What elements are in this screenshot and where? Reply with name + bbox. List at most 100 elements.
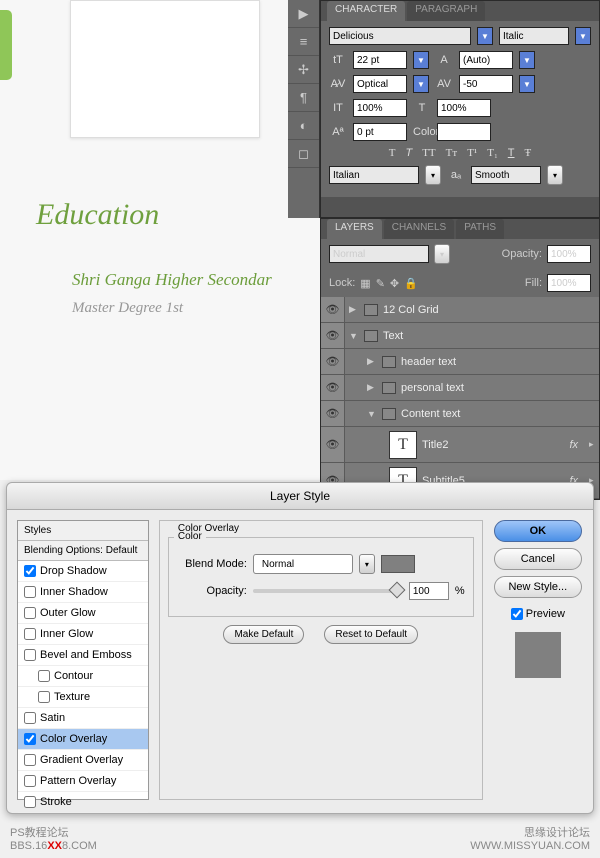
- styles-header[interactable]: Styles: [18, 521, 148, 541]
- dropdown-arrow-icon[interactable]: ▼: [413, 51, 429, 69]
- checkbox[interactable]: [24, 754, 36, 766]
- subscript-button[interactable]: T₁: [487, 147, 498, 159]
- opacity-slider[interactable]: [253, 589, 403, 593]
- style-item-outer-glow[interactable]: Outer Glow: [18, 603, 148, 624]
- disclosure-icon[interactable]: ▸: [589, 439, 599, 450]
- checkbox[interactable]: [24, 796, 36, 808]
- style-item-texture[interactable]: Texture: [18, 687, 148, 708]
- cancel-button[interactable]: Cancel: [494, 548, 582, 570]
- visibility-icon[interactable]: 👁: [321, 375, 345, 400]
- tab-paragraph[interactable]: PARAGRAPH: [407, 1, 485, 21]
- fill-input[interactable]: 100%: [547, 274, 591, 292]
- ok-button[interactable]: OK: [494, 520, 582, 542]
- disclosure-icon[interactable]: ▼: [367, 409, 377, 419]
- new-style-button[interactable]: New Style...: [494, 576, 582, 598]
- style-item-satin[interactable]: Satin: [18, 708, 148, 729]
- style-item-drop-shadow[interactable]: Drop Shadow: [18, 561, 148, 582]
- tab-channels[interactable]: CHANNELS: [384, 219, 454, 239]
- superscript-button[interactable]: T¹: [467, 147, 477, 159]
- tab-paths[interactable]: PATHS: [456, 219, 504, 239]
- tracking-input[interactable]: -50: [459, 75, 513, 93]
- lock-paint-icon[interactable]: ✎: [376, 277, 385, 290]
- dropdown-arrow-icon[interactable]: ▼: [413, 75, 429, 93]
- tab-character[interactable]: CHARACTER: [327, 1, 405, 21]
- font-style-select[interactable]: Italic: [499, 27, 569, 45]
- layer-row[interactable]: 👁▶12 Col Grid: [321, 297, 599, 323]
- style-item-inner-shadow[interactable]: Inner Shadow: [18, 582, 148, 603]
- bold-button[interactable]: T: [389, 147, 396, 159]
- opacity-input[interactable]: 100%: [547, 245, 591, 263]
- checkbox[interactable]: [24, 565, 36, 577]
- vscale-input[interactable]: 100%: [353, 99, 407, 117]
- style-item-pattern-overlay[interactable]: Pattern Overlay: [18, 771, 148, 792]
- tool-icon[interactable]: ≡: [288, 28, 319, 56]
- underline-button[interactable]: T: [508, 147, 515, 159]
- kerning-input[interactable]: Optical: [353, 75, 407, 93]
- font-size-input[interactable]: 22 pt: [353, 51, 407, 69]
- checkbox[interactable]: [24, 649, 36, 661]
- allcaps-button[interactable]: TT: [422, 147, 435, 159]
- style-item-color-overlay[interactable]: Color Overlay: [18, 729, 148, 750]
- hscale-input[interactable]: 100%: [437, 99, 491, 117]
- style-item-stroke[interactable]: Stroke: [18, 792, 148, 813]
- fx-badge[interactable]: fx: [569, 439, 578, 451]
- strike-button[interactable]: Ŧ: [525, 147, 532, 159]
- tool-icon[interactable]: ✢: [288, 56, 319, 84]
- lock-move-icon[interactable]: ✥: [390, 277, 399, 290]
- checkbox[interactable]: [24, 733, 36, 745]
- blend-mode-select[interactable]: Normal: [329, 245, 429, 263]
- style-item-contour[interactable]: Contour: [18, 666, 148, 687]
- style-item-inner-glow[interactable]: Inner Glow: [18, 624, 148, 645]
- checkbox[interactable]: [38, 691, 50, 703]
- tool-icon[interactable]: ◻: [288, 140, 319, 168]
- dropdown-arrow-icon[interactable]: ▾: [425, 165, 441, 185]
- leading-input[interactable]: (Auto): [459, 51, 513, 69]
- tool-icon[interactable]: ▶: [288, 0, 319, 28]
- tool-icon[interactable]: ◐: [288, 112, 319, 140]
- visibility-icon[interactable]: 👁: [321, 349, 345, 374]
- visibility-icon[interactable]: 👁: [321, 323, 345, 348]
- make-default-button[interactable]: Make Default: [223, 625, 304, 644]
- checkbox[interactable]: [24, 607, 36, 619]
- dropdown-arrow-icon[interactable]: ▾: [359, 554, 375, 574]
- dropdown-arrow-icon[interactable]: ▼: [519, 51, 535, 69]
- checkbox[interactable]: [24, 586, 36, 598]
- tool-icon[interactable]: ¶: [288, 84, 319, 112]
- italic-button[interactable]: T: [405, 147, 412, 159]
- text-color-swatch[interactable]: [437, 123, 491, 141]
- layer-row[interactable]: 👁▼Content text: [321, 401, 599, 427]
- layer-row[interactable]: 👁▶personal text: [321, 375, 599, 401]
- dropdown-arrow-icon[interactable]: ▼: [477, 27, 493, 45]
- opacity-value-input[interactable]: 100: [409, 582, 449, 600]
- layer-row[interactable]: 👁▶header text: [321, 349, 599, 375]
- overlay-color-swatch[interactable]: [381, 555, 415, 573]
- checkbox[interactable]: [24, 628, 36, 640]
- style-item-bevel-emboss[interactable]: Bevel and Emboss: [18, 645, 148, 666]
- visibility-icon[interactable]: 👁: [321, 401, 345, 426]
- disclosure-icon[interactable]: ▼: [349, 331, 359, 341]
- checkbox[interactable]: [24, 712, 36, 724]
- font-family-select[interactable]: Delicious: [329, 27, 471, 45]
- checkbox[interactable]: [38, 670, 50, 682]
- dropdown-arrow-icon[interactable]: ▾: [434, 244, 450, 264]
- slider-handle[interactable]: [388, 582, 405, 599]
- reset-default-button[interactable]: Reset to Default: [324, 625, 418, 644]
- preview-checkbox[interactable]: [511, 608, 523, 620]
- blending-options-header[interactable]: Blending Options: Default: [18, 541, 148, 561]
- dropdown-arrow-icon[interactable]: ▾: [547, 165, 563, 185]
- dropdown-arrow-icon[interactable]: ▼: [575, 27, 591, 45]
- layer-row[interactable]: 👁▼Text: [321, 323, 599, 349]
- style-item-gradient-overlay[interactable]: Gradient Overlay: [18, 750, 148, 771]
- disclosure-icon[interactable]: ▶: [367, 356, 377, 367]
- checkbox[interactable]: [24, 775, 36, 787]
- lock-transparent-icon[interactable]: ▦: [360, 277, 370, 290]
- language-select[interactable]: Italian: [329, 166, 419, 184]
- tab-layers[interactable]: LAYERS: [327, 219, 382, 239]
- layer-row[interactable]: 👁TTitle2fx▸: [321, 427, 599, 463]
- smallcaps-button[interactable]: Tᴛ: [446, 147, 458, 159]
- baseline-input[interactable]: 0 pt: [353, 123, 407, 141]
- visibility-icon[interactable]: 👁: [321, 427, 345, 462]
- visibility-icon[interactable]: 👁: [321, 297, 345, 322]
- antialias-select[interactable]: Smooth: [471, 166, 541, 184]
- dropdown-arrow-icon[interactable]: ▼: [519, 75, 535, 93]
